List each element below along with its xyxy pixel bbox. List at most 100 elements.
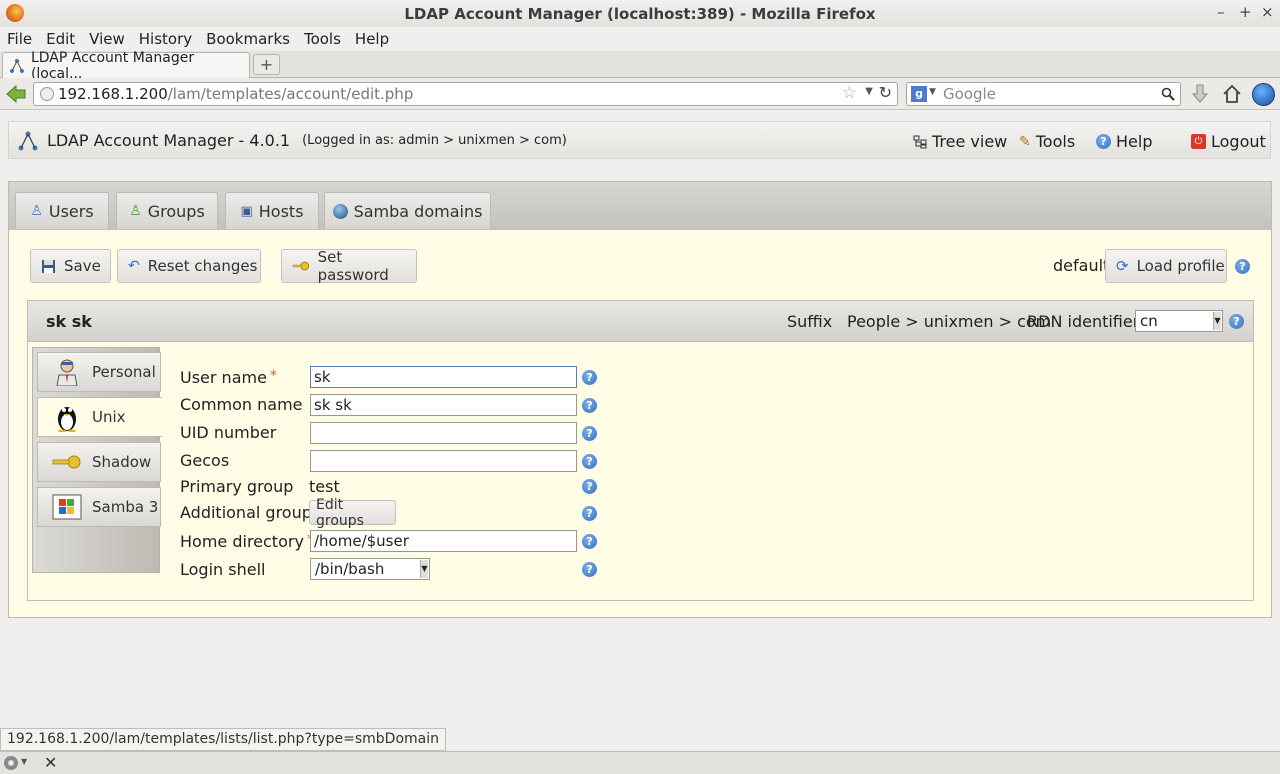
floppy-icon bbox=[42, 259, 55, 273]
module-tabs: Personal Unix Shadow Samba 3 bbox=[32, 347, 162, 573]
gecos-help-icon[interactable]: ? bbox=[582, 454, 597, 469]
user-name-help-icon[interactable]: ? bbox=[582, 370, 597, 385]
suffix-label: Suffix bbox=[787, 312, 833, 331]
browser-tab-lam[interactable]: LDAP Account Manager (local... bbox=[2, 50, 250, 82]
globe-icon bbox=[332, 203, 348, 219]
minimize-icon[interactable]: – bbox=[1217, 3, 1225, 21]
search-icon[interactable] bbox=[1161, 87, 1175, 101]
tab-groups[interactable]: ♙ Groups bbox=[116, 192, 218, 229]
window-titlebar: LDAP Account Manager (localhost:389) - M… bbox=[0, 0, 1280, 27]
gecos-input[interactable] bbox=[310, 450, 577, 472]
addon-icon[interactable]: ◉ bbox=[4, 756, 18, 770]
downloads-icon[interactable] bbox=[1189, 83, 1211, 105]
rdn-select[interactable]: cn ▼ bbox=[1135, 310, 1223, 332]
sync-icon[interactable] bbox=[1252, 83, 1275, 106]
menu-edit[interactable]: Edit bbox=[46, 30, 75, 48]
tab-samba-domains[interactable]: Samba domains bbox=[324, 192, 491, 229]
help-link[interactable]: ? Help bbox=[1096, 132, 1152, 151]
tux-penguin-icon bbox=[52, 402, 82, 432]
browser-tab-label: LDAP Account Manager (local... bbox=[30, 49, 195, 82]
login-shell-value: /bin/bash bbox=[315, 560, 385, 578]
tab-hosts[interactable]: ▣ Hosts bbox=[225, 192, 319, 229]
tools-link[interactable]: ✎ Tools bbox=[1019, 132, 1075, 151]
profile-value: default bbox=[1053, 256, 1110, 275]
url-host: 192.168.1.200 bbox=[58, 85, 168, 103]
tab-hosts-label: Hosts bbox=[258, 201, 304, 221]
uid-number-label: UID number bbox=[180, 423, 277, 442]
navigation-bar: 192.168.1.200/lam/templates/account/edit… bbox=[0, 78, 1280, 110]
menu-history[interactable]: History bbox=[139, 30, 192, 48]
edit-groups-button[interactable]: Edit groups bbox=[309, 497, 396, 529]
login-shell-label: Login shell bbox=[180, 560, 266, 579]
menu-help[interactable]: Help bbox=[355, 30, 389, 48]
key-icon bbox=[292, 261, 310, 271]
site-identity-icon[interactable] bbox=[40, 87, 54, 101]
logout-label: Logout bbox=[1211, 132, 1266, 151]
user-name-input[interactable]: sk bbox=[310, 366, 577, 388]
additional-groups-help-icon[interactable]: ? bbox=[582, 506, 597, 521]
group-icon: ♙ bbox=[129, 203, 142, 219]
select-arrow-icon: ▼ bbox=[420, 560, 428, 578]
login-shell-help-icon[interactable]: ? bbox=[582, 562, 597, 577]
sidetab-unix-label: Unix bbox=[92, 408, 126, 426]
menu-file[interactable]: File bbox=[7, 30, 32, 48]
sidetab-personal[interactable]: Personal bbox=[37, 352, 161, 392]
home-directory-help-icon[interactable]: ? bbox=[582, 534, 597, 549]
addon-dropdown-icon[interactable]: ▼ bbox=[21, 757, 27, 766]
status-bar: 192.168.1.200/lam/templates/lists/list.p… bbox=[0, 728, 446, 751]
menu-bookmarks[interactable]: Bookmarks bbox=[206, 30, 290, 48]
user-icon: ♙ bbox=[30, 203, 43, 219]
new-tab-button[interactable]: + bbox=[253, 54, 280, 75]
save-button[interactable]: Save bbox=[30, 249, 111, 283]
sidetab-unix[interactable]: Unix bbox=[37, 397, 162, 437]
url-bar[interactable]: 192.168.1.200/lam/templates/account/edit… bbox=[33, 82, 898, 106]
app-title: LDAP Account Manager - 4.0.1 bbox=[47, 130, 291, 150]
close-addon-bar-icon[interactable]: ✕ bbox=[44, 753, 57, 772]
uid-number-help-icon[interactable]: ? bbox=[582, 426, 597, 441]
tab-users[interactable]: ♙ Users bbox=[15, 192, 109, 229]
select-arrow-icon: ▼ bbox=[1213, 312, 1221, 330]
tree-view-link[interactable]: Tree view bbox=[913, 132, 1007, 151]
window-title: LDAP Account Manager (localhost:389) - M… bbox=[404, 4, 876, 23]
url-path: /lam/templates/account/edit.php bbox=[167, 85, 414, 103]
primary-group-label: Primary group bbox=[180, 477, 294, 496]
set-password-button[interactable]: Set password bbox=[281, 248, 417, 284]
maximize-icon[interactable]: + bbox=[1239, 3, 1252, 21]
menu-bar: File Edit View History Bookmarks Tools H… bbox=[0, 27, 1280, 51]
home-directory-input[interactable]: /home/$user bbox=[310, 530, 577, 552]
tab-samba-domains-label: Samba domains bbox=[353, 201, 483, 221]
rdn-help-icon[interactable]: ? bbox=[1229, 314, 1244, 329]
addon-bar: ◉ ▼ ✕ bbox=[0, 751, 1280, 774]
common-name-help-icon[interactable]: ? bbox=[582, 398, 597, 413]
sidetab-shadow[interactable]: Shadow bbox=[37, 442, 161, 482]
home-icon[interactable] bbox=[1221, 83, 1243, 105]
uid-number-input[interactable] bbox=[310, 422, 577, 444]
suffix-value: People > unixmen > com bbox=[847, 312, 1052, 331]
load-profile-button[interactable]: ⟳ Load profile bbox=[1105, 249, 1227, 283]
reset-changes-button[interactable]: ↶ Reset changes bbox=[117, 249, 261, 283]
profile-help-icon[interactable]: ? bbox=[1235, 259, 1250, 274]
back-arrow-icon[interactable] bbox=[5, 83, 27, 105]
reload-icon[interactable]: ↻ bbox=[879, 83, 892, 102]
person-icon bbox=[52, 357, 82, 387]
sidetab-samba3[interactable]: Samba 3 bbox=[37, 487, 161, 527]
primary-group-help-icon[interactable]: ? bbox=[582, 479, 597, 494]
reset-label: Reset changes bbox=[147, 257, 258, 275]
google-engine-icon[interactable]: g bbox=[911, 86, 927, 102]
history-dropdown-icon[interactable]: ▼ bbox=[865, 86, 873, 97]
additional-groups-label: Additional groups bbox=[180, 503, 321, 522]
tools-label: Tools bbox=[1035, 132, 1076, 151]
shadow-key-icon bbox=[52, 447, 82, 477]
engine-dropdown-icon[interactable]: ▼ bbox=[929, 87, 936, 97]
menu-view[interactable]: View bbox=[89, 30, 125, 48]
rdn-value: cn bbox=[1140, 312, 1158, 330]
account-type-tabs: ♙ Users ♙ Groups ▣ Hosts Samba domains bbox=[9, 182, 1271, 230]
common-name-input[interactable]: sk sk bbox=[310, 394, 577, 416]
logout-link[interactable]: ⏻ Logout bbox=[1191, 132, 1266, 151]
login-shell-select[interactable]: /bin/bash ▼ bbox=[310, 558, 430, 580]
search-bar[interactable]: g ▼ Google bbox=[906, 82, 1181, 106]
close-window-icon[interactable]: × bbox=[1261, 3, 1274, 21]
menu-tools[interactable]: Tools bbox=[304, 30, 341, 48]
help-label: Help bbox=[1116, 132, 1153, 151]
bookmark-star-icon[interactable]: ☆ bbox=[842, 83, 857, 103]
